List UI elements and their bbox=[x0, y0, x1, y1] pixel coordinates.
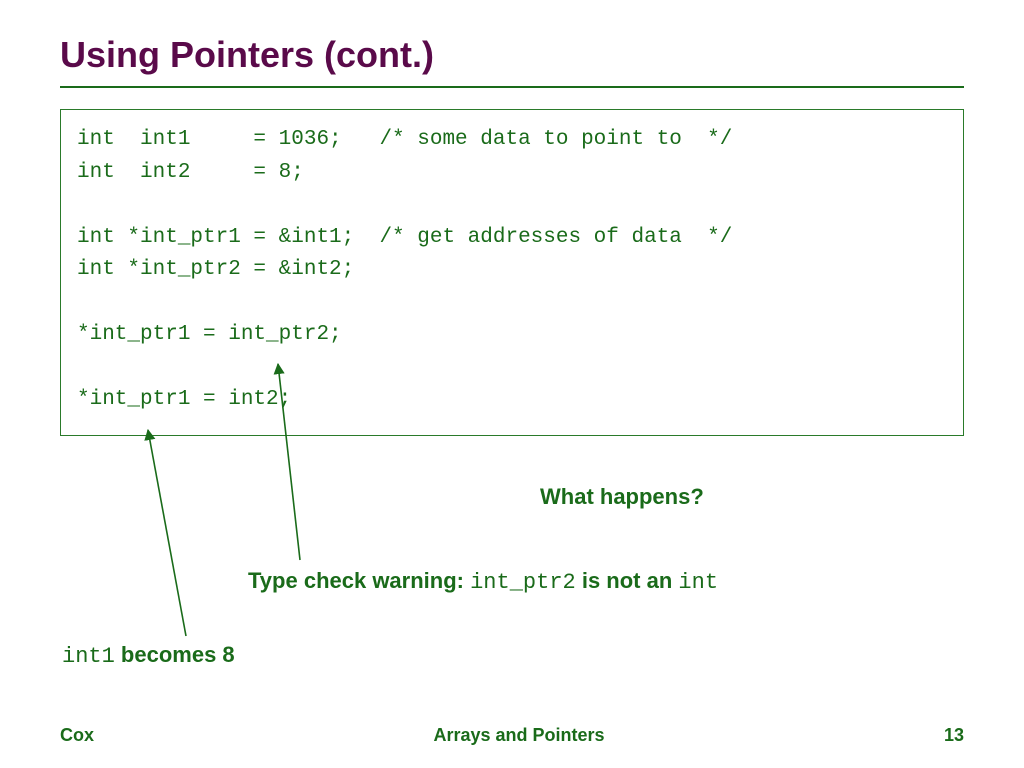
question-annotation: What happens? bbox=[540, 484, 704, 510]
footer-page: 13 bbox=[944, 725, 964, 746]
type-warning-annotation: Type check warning: int_ptr2 is not an i… bbox=[248, 568, 718, 595]
warn-ptr: int_ptr2 bbox=[470, 570, 576, 595]
warn-gap: is not an bbox=[576, 568, 679, 593]
footer-author: Cox bbox=[60, 725, 94, 746]
title-rule bbox=[60, 86, 964, 88]
warn-prefix: Type check warning: bbox=[248, 568, 470, 593]
slide: Using Pointers (cont.) int int1 = 1036; … bbox=[0, 0, 1024, 768]
footer: Cox Arrays and Pointers 13 bbox=[0, 725, 1024, 746]
footer-topic: Arrays and Pointers bbox=[433, 725, 604, 746]
warn-type: int bbox=[678, 570, 718, 595]
becomes-rest: becomes 8 bbox=[115, 642, 235, 667]
becomes-annotation: int1 becomes 8 bbox=[62, 642, 235, 669]
slide-title: Using Pointers (cont.) bbox=[60, 34, 964, 76]
code-block: int int1 = 1036; /* some data to point t… bbox=[60, 109, 964, 436]
becomes-var: int1 bbox=[62, 644, 115, 669]
